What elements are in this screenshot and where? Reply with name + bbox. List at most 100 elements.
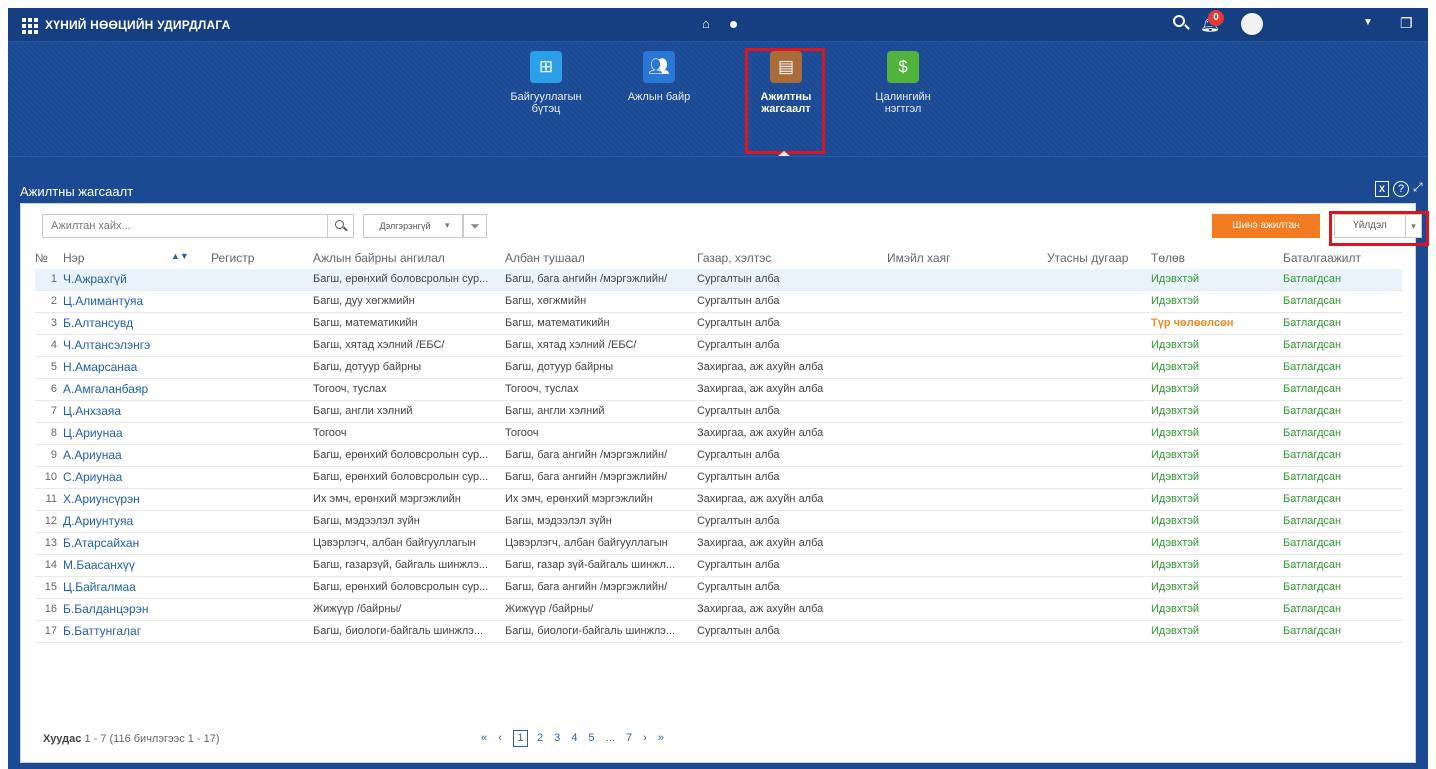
search-icon <box>335 220 344 229</box>
cell-name[interactable]: А.Ариунаа <box>63 448 203 462</box>
cell-num: 11 <box>45 493 57 505</box>
table-row[interactable]: 12 Д.Ариунтуяа Багш, мэдээлэл зүйн Багш, мэ… <box>35 511 1402 533</box>
home-icon[interactable]: ⌂ <box>702 16 710 31</box>
cell-num: 12 <box>44 515 57 527</box>
col-header-confirmation[interactable]: Баталгаажилт <box>1283 251 1361 265</box>
chevron-down-icon[interactable]: ▾ <box>1406 214 1422 238</box>
expand-icon[interactable]: ⤢ <box>1413 180 1423 195</box>
cell-name[interactable]: А.Амгаланбаяр <box>63 382 203 396</box>
page-button[interactable]: 5 <box>589 732 595 744</box>
table-row[interactable]: 13 Б.Атарсайхан Цэвэрлэгч, албан байгуулла… <box>35 533 1402 555</box>
cell-num: 4 <box>50 339 57 351</box>
cell-name[interactable]: Б.Алтансувд <box>63 316 203 330</box>
cell-num: 8 <box>50 427 57 439</box>
panel-title: Ажилтны жагсаалт <box>20 184 134 199</box>
excel-export-icon[interactable]: X <box>1375 181 1389 197</box>
col-header-name[interactable]: Нэр <box>63 251 84 265</box>
cell-name[interactable]: С.Ариунаа <box>63 470 203 484</box>
table-row[interactable]: 11 Х.Ариунсүрэн Их эмч, ерөнхий мэргэжлийн… <box>35 489 1402 511</box>
module-org-structure[interactable]: ⊞ Байгууллагын бүтэц <box>501 51 591 115</box>
cell-status: Идэвхтэй <box>1151 383 1200 395</box>
table-row[interactable]: 4 Ч.Алтансэлэнгэ Багш, хятад хэлний /ЕБС/Б… <box>35 335 1402 357</box>
filter-icon[interactable]: ⏷ <box>463 214 487 238</box>
last-page-icon[interactable]: » <box>658 732 664 744</box>
module-positions[interactable]: 👥︎ Ажлын байр <box>614 51 704 103</box>
chevron-down-icon[interactable]: ▾ <box>445 220 450 231</box>
module-bar: ⊞ Байгууллагын бүтэц 👥︎ Ажлын байр ▤ Ажи… <box>8 43 1428 155</box>
cell-name[interactable]: Б.Баттунгалаг <box>63 624 203 638</box>
cell-num: 17 <box>44 625 57 637</box>
search-icon[interactable] <box>1173 15 1185 27</box>
sort-icon[interactable]: ▲▼ <box>171 251 189 261</box>
col-header-register[interactable]: Регистр <box>211 251 254 265</box>
col-header-position-category[interactable]: Ажлын байрны ангилал <box>313 251 445 265</box>
cell-name[interactable]: Ч.Алтансэлэнгэ <box>63 338 203 352</box>
table-row[interactable]: 7 Ц.Анхзаяа Багш, англи хэлний Багш, англи … <box>35 401 1402 423</box>
cell-position-category: Жижүүр /байрны/ <box>313 603 402 615</box>
table-row[interactable]: 3 Б.Алтансувд Багш, математикийн Багш, мате… <box>35 313 1402 335</box>
cell-confirmation: Батлагдсан <box>1283 603 1342 615</box>
first-page-icon[interactable]: « <box>481 732 487 744</box>
col-header-department[interactable]: Газар, хэлтэс <box>697 251 771 265</box>
table-row[interactable]: 1 Ч.Ажрахгүй Багш, ерөнхий боловсролын сур… <box>35 269 1402 291</box>
table-row[interactable]: 5 Н.Амарсанаа Багш, дотуур байрны Багш, дот… <box>35 357 1402 379</box>
table-row[interactable]: 15 Ц.Байгалмаа Багш, ерөнхий боловсролын с… <box>35 577 1402 599</box>
table-row[interactable]: 9 А.Ариунаа Багш, ерөнхий боловсролын сур.… <box>35 445 1402 467</box>
next-page-icon[interactable]: › <box>643 732 647 744</box>
help-icon[interactable]: ? <box>1393 181 1409 197</box>
cell-name[interactable]: Ц.Ариунаа <box>63 426 203 440</box>
cell-name[interactable]: Ч.Ажрахгүй <box>63 272 203 286</box>
cell-position-category: Их эмч, ерөнхий мэргэжлийн <box>313 493 461 505</box>
col-header-email[interactable]: Имэйл хаяг <box>887 251 950 265</box>
money-icon: $ <box>887 51 919 83</box>
col-header-num: № <box>35 251 48 265</box>
cell-name[interactable]: Ц.Байгалмаа <box>63 580 203 594</box>
table-row[interactable]: 17 Б.Баттунгалаг Багш, биологи-байгаль шин… <box>35 621 1402 643</box>
page-button[interactable]: 4 <box>571 732 577 744</box>
chevron-down-icon[interactable]: ▼ <box>1363 17 1373 28</box>
col-header-job-title[interactable]: Албан тушаал <box>505 251 585 265</box>
page-button[interactable]: 2 <box>537 732 543 744</box>
cell-department: Захиргаа, аж ахуйн алба <box>697 537 824 549</box>
col-header-status[interactable]: Төлөв <box>1151 251 1185 265</box>
page-button[interactable]: 7 <box>626 732 632 744</box>
search-button[interactable] <box>328 214 354 238</box>
table-row[interactable]: 6 А.Амгаланбаяр Тогооч, туслах Тогооч, тусл… <box>35 379 1402 401</box>
cell-num: 9 <box>50 449 57 461</box>
new-employee-button[interactable]: Шинэ ажилтан <box>1212 214 1320 238</box>
table-row[interactable]: 16 Б.Балданцэрэн Жижүүр /байрны/Жижүүр /ба… <box>35 599 1402 621</box>
page-button[interactable]: 3 <box>554 732 560 744</box>
prev-page-icon[interactable]: ‹ <box>498 732 502 744</box>
cell-name[interactable]: М.Баасанхүү <box>63 558 203 572</box>
avatar[interactable] <box>1241 13 1263 35</box>
cell-confirmation: Батлагдсан <box>1283 537 1342 549</box>
cell-position-category: Багш, хятад хэлний /ЕБС/ <box>313 339 445 351</box>
action-button[interactable]: Үйлдэл <box>1334 214 1406 238</box>
search-input[interactable] <box>42 214 328 238</box>
cell-num: 2 <box>50 295 57 307</box>
table-row[interactable]: 14 М.Баасанхүү Багш, газарзүй, байгаль шин… <box>35 555 1402 577</box>
table-row[interactable]: 8 Ц.Ариунаа Тогооч Тогооч Захиргаа, аж ахуйн… <box>35 423 1402 445</box>
cell-name[interactable]: Ц.Анхзаяа <box>63 404 203 418</box>
table-row[interactable]: 2 Ц.Алимантуяа Багш, дуу хөгжмийн Багш, хөг… <box>35 291 1402 313</box>
cell-confirmation: Батлагдсан <box>1283 493 1342 505</box>
cell-name[interactable]: Д.Ариунтуяа <box>63 514 203 528</box>
cell-confirmation: Батлагдсан <box>1283 449 1342 461</box>
cell-name[interactable]: Н.Амарсанаа <box>63 360 203 374</box>
page-button[interactable]: 1 <box>512 730 528 747</box>
cell-status: Идэвхтэй <box>1151 471 1200 483</box>
cell-department: Захиргаа, аж ахуйн алба <box>697 493 824 505</box>
module-payroll[interactable]: $ Цалингийн нэгтгэл <box>858 51 948 115</box>
table-row[interactable]: 10 С.Ариунаа Багш, ерөнхий боловсролын сур… <box>35 467 1402 489</box>
apps-grid-icon[interactable] <box>22 18 38 34</box>
cell-name[interactable]: Б.Атарсайхан <box>63 536 203 550</box>
cell-name[interactable]: Ц.Алимантуяа <box>63 294 203 308</box>
layers-icon[interactable]: ❐ <box>1400 15 1413 32</box>
cell-department: Захиргаа, аж ахуйн алба <box>697 603 824 615</box>
cell-department: Сургалтын алба <box>697 405 780 417</box>
cell-position-category: Багш, мэдээлэл зүйн <box>313 515 420 527</box>
cell-name[interactable]: Х.Ариунсүрэн <box>63 492 203 506</box>
dot-indicator-icon[interactable] <box>730 21 737 28</box>
cell-name[interactable]: Б.Балданцэрэн <box>63 602 203 616</box>
col-header-phone[interactable]: Утасны дугаар <box>1047 251 1128 265</box>
